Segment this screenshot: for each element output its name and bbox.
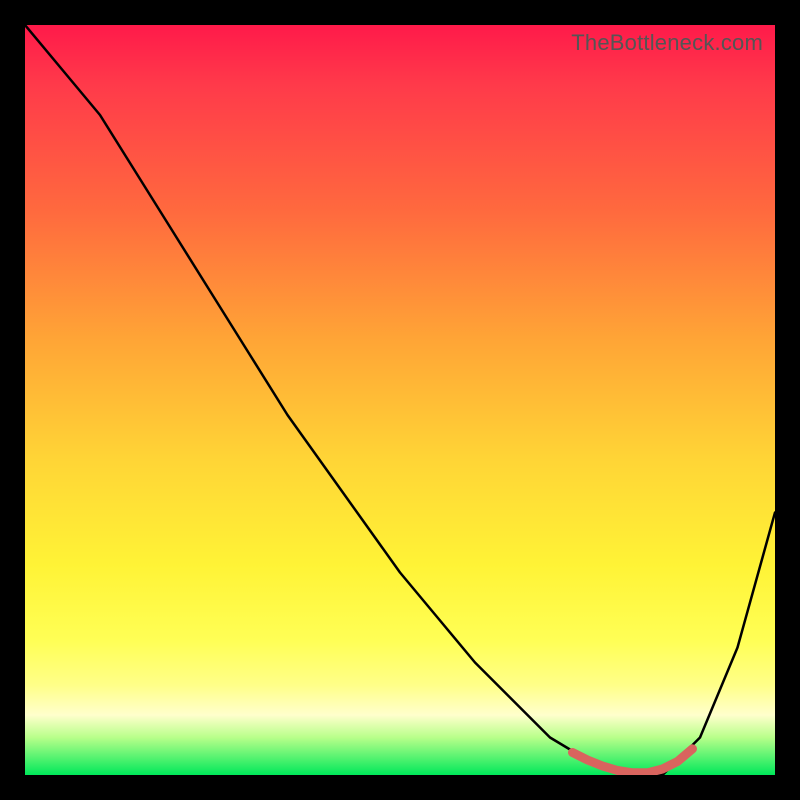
chart-plot-area: TheBottleneck.com [25, 25, 775, 775]
curve-line [25, 25, 775, 775]
highlight-line [573, 749, 693, 773]
chart-svg [25, 25, 775, 775]
watermark-text: TheBottleneck.com [571, 30, 763, 56]
